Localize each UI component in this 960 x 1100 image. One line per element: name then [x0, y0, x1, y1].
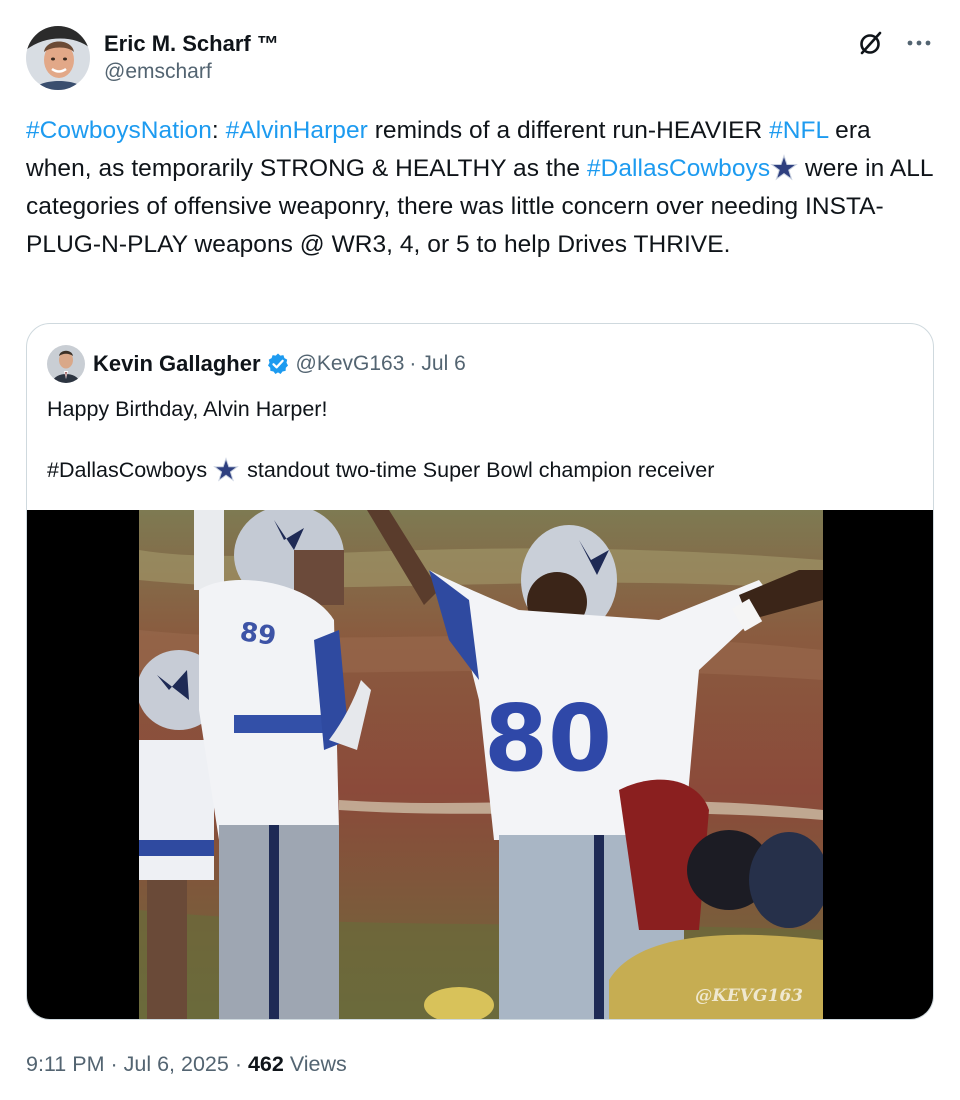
text-segment: reminds of a different run-HEAVIER	[367, 117, 770, 144]
quote-separator: ·	[409, 352, 417, 375]
hashtag-dallascowboys[interactable]: #DallasCowboys	[587, 155, 770, 182]
more-options-icon[interactable]	[904, 28, 934, 58]
quote-date[interactable]: Jul 6	[421, 352, 465, 376]
header-actions	[856, 28, 934, 58]
video-watermark: @KEVG163	[695, 986, 803, 1006]
footer-separator: ·	[234, 1052, 242, 1076]
tweet-header: Eric M. Scharf ™ @emscharf	[26, 26, 934, 90]
svg-text:80: 80	[484, 685, 612, 792]
footer-separator: ·	[110, 1052, 118, 1076]
tweet-time[interactable]: 9:11 PM	[26, 1052, 104, 1076]
hashtag-cowboysnation[interactable]: #CowboysNation	[26, 117, 212, 144]
hashtag-alvinharper[interactable]: #AlvinHarper	[226, 117, 368, 144]
quote-hashtag[interactable]: #DallasCowboys	[47, 455, 207, 485]
quote-text-rest: standout two-time Super Bowl champion re…	[247, 458, 715, 482]
quote-text-line1: Happy Birthday, Alvin Harper!	[47, 397, 328, 421]
quoted-tweet[interactable]: Kevin Gallagher @KevG163 · Jul 6 Happy B…	[26, 323, 934, 1020]
hashtag-nfl[interactable]: #NFL	[769, 117, 828, 144]
video-player[interactable]: 89 80 @KEVG163	[139, 510, 823, 1019]
svg-text:89: 89	[238, 617, 278, 652]
quote-author-avatar[interactable]	[47, 345, 85, 383]
star-emoji-icon	[213, 457, 239, 483]
tweet-footer: 9:11 PM · Jul 6, 2025 · 462 Views	[26, 1049, 347, 1079]
grok-icon[interactable]	[856, 28, 886, 58]
views-label: Views	[289, 1052, 347, 1076]
author-names: Eric M. Scharf ™ @emscharf	[104, 30, 279, 86]
video-frame-image: 89 80	[139, 510, 823, 1019]
tweet-date[interactable]: Jul 6, 2025	[124, 1052, 229, 1076]
author-handle[interactable]: @emscharf	[104, 58, 279, 86]
views-count: 462	[247, 1052, 284, 1076]
quote-media[interactable]: 89 80 @KEVG163	[27, 510, 933, 1019]
tweet-text: #CowboysNation: #AlvinHarper reminds of …	[26, 112, 936, 264]
quote-text-line2: #DallasCowboys standout two-time Super B…	[47, 455, 714, 485]
quote-display-name[interactable]: Kevin Gallagher	[93, 351, 261, 377]
tweet: Eric M. Scharf ™ @emscharf #CowboysNatio…	[0, 0, 960, 1100]
text-segment: :	[211, 117, 226, 144]
quote-handle[interactable]: @KevG163	[296, 352, 405, 376]
verified-badge-icon	[266, 352, 290, 376]
quote-header: Kevin Gallagher @KevG163 · Jul 6	[47, 344, 466, 384]
author-avatar[interactable]	[26, 26, 90, 90]
author-display-name[interactable]: Eric M. Scharf ™	[104, 30, 279, 58]
star-emoji-icon	[770, 154, 798, 182]
